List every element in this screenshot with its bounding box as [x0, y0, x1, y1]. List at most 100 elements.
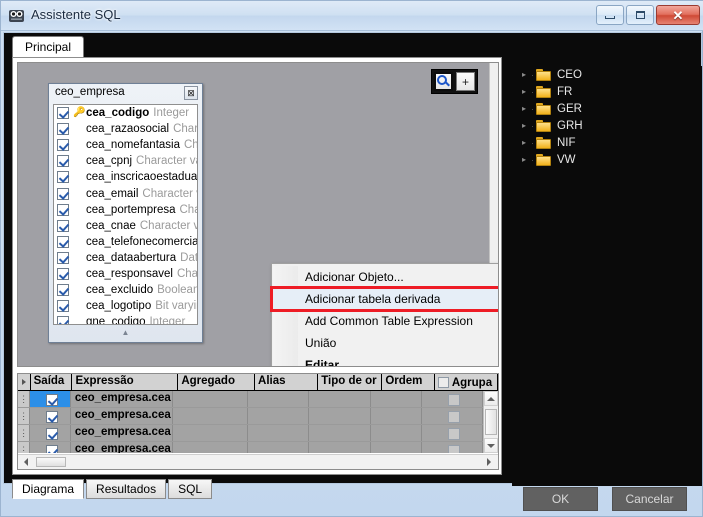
cell-alias[interactable]: [248, 425, 309, 441]
context-menu-item[interactable]: Adicionar tabela derivada: [270, 286, 498, 312]
field-checkbox[interactable]: [57, 316, 69, 324]
table-field-row[interactable]: cea_nomefantasiaChar: [54, 137, 197, 153]
grid-column-header[interactable]: Alias: [255, 374, 319, 390]
group-all-checkbox[interactable]: [437, 377, 449, 388]
cell-alias[interactable]: [248, 408, 309, 424]
table-field-row[interactable]: cea_inscricaoestadual(: [54, 169, 197, 185]
cell-expressao[interactable]: ceo_empresa.cea: [71, 442, 174, 453]
cell-expressao[interactable]: ceo_empresa.cea: [71, 391, 174, 407]
grid-column-header[interactable]: Ordem: [382, 374, 435, 390]
table-node-close-icon[interactable]: ⊠: [184, 86, 198, 100]
expand-arrow-icon[interactable]: ▸: [522, 87, 531, 96]
field-checkbox[interactable]: [57, 107, 69, 120]
maximize-button[interactable]: [626, 5, 654, 25]
table-field-row[interactable]: cea_razaosocialCharact: [54, 121, 197, 137]
agrupar-checkbox[interactable]: [447, 393, 460, 406]
cell-ordem[interactable]: [371, 391, 422, 407]
table-field-row[interactable]: cea_telefonecomercial: [54, 234, 197, 250]
saida-checkbox[interactable]: [46, 427, 59, 440]
agrupar-checkbox[interactable]: [447, 410, 460, 423]
cancel-button[interactable]: Cancelar: [612, 487, 687, 511]
table-row[interactable]: ⋮ ceo_empresa.cea: [18, 391, 483, 408]
cell-saida[interactable]: [30, 391, 71, 407]
grid-column-header[interactable]: Tipo de or: [318, 374, 383, 390]
cell-agregado[interactable]: [173, 442, 248, 453]
close-button[interactable]: ✕: [656, 5, 700, 25]
tree-node[interactable]: ▸ · NIF: [512, 134, 702, 151]
cell-agrupar[interactable]: [422, 442, 483, 453]
context-menu-item[interactable]: União: [272, 332, 498, 354]
grid-horizontal-scrollbar[interactable]: [18, 454, 498, 469]
cell-saida[interactable]: [30, 425, 71, 441]
cell-saida[interactable]: [30, 442, 71, 453]
context-menu-item[interactable]: Add Common Table Expression: [272, 310, 498, 332]
field-checkbox[interactable]: [57, 139, 69, 152]
field-checkbox[interactable]: [57, 300, 69, 313]
table-field-list[interactable]: 🔑cea_codigoIntegercea_razaosocialCharact…: [53, 104, 198, 325]
table-row[interactable]: ⋮ ceo_empresa.cea: [18, 425, 483, 442]
table-field-row[interactable]: cea_logotipoBit varying: [54, 298, 197, 314]
tab-principal[interactable]: Principal: [12, 36, 85, 58]
cell-tipo[interactable]: [309, 408, 371, 424]
field-checkbox[interactable]: [57, 187, 69, 200]
expand-arrow-icon[interactable]: ▸: [522, 155, 531, 164]
tree-node[interactable]: ▸ · FR: [512, 83, 702, 100]
cell-alias[interactable]: [248, 391, 309, 407]
field-checkbox[interactable]: [57, 251, 69, 264]
grid-column-header[interactable]: Saída: [31, 374, 73, 390]
context-menu-item[interactable]: Adicionar Objeto...: [272, 266, 498, 288]
table-node-ceo-empresa[interactable]: ceo_empresa ⊠ 🔑 cea_codigo Integer cea_raza…: [48, 83, 203, 343]
table-field-row[interactable]: cea_responsavelChara: [54, 266, 197, 282]
cell-tipo[interactable]: [309, 442, 371, 453]
ok-button[interactable]: OK: [523, 487, 598, 511]
row-handle[interactable]: ⋮: [18, 425, 31, 441]
tree-node[interactable]: ▸ · VW: [512, 151, 702, 168]
saida-checkbox[interactable]: [46, 410, 59, 423]
tree-node[interactable]: ▸ · GRH: [512, 117, 702, 134]
cell-alias[interactable]: [248, 442, 309, 453]
grid-scroll-left-button[interactable]: [18, 458, 33, 466]
context-menu-item[interactable]: Editar...: [272, 354, 498, 366]
expand-arrow-icon[interactable]: ▸: [522, 104, 531, 113]
cell-ordem[interactable]: [371, 425, 422, 441]
tree-node[interactable]: ▸ · CEO: [512, 66, 702, 83]
cell-agrupar[interactable]: [422, 425, 483, 441]
agrupar-checkbox[interactable]: [447, 444, 460, 453]
field-checkbox[interactable]: [57, 235, 69, 248]
zoom-search-button[interactable]: [434, 72, 453, 91]
cell-agregado[interactable]: [173, 391, 248, 407]
object-tree-panel[interactable]: ▸ · CEO ▸ · FR ▸ · GER ▸ · GRH ▸ · NIF ▸ · VW: [512, 66, 702, 486]
table-field-row[interactable]: cea_portempresaChara: [54, 202, 197, 218]
table-row[interactable]: ⋮ ceo_empresa.cea: [18, 408, 483, 425]
table-field-row[interactable]: 🔑 cea_codigo Integer: [54, 105, 197, 121]
field-checkbox[interactable]: [57, 219, 69, 232]
field-checkbox[interactable]: [57, 284, 69, 297]
cell-agrupar[interactable]: [422, 408, 483, 424]
cell-ordem[interactable]: [371, 408, 422, 424]
zoom-in-button[interactable]: +: [456, 72, 475, 91]
diagram-canvas[interactable]: + ceo_empresa ⊠ 🔑 cea_codigo Integer cea_ra…: [17, 62, 499, 367]
cell-expressao[interactable]: ceo_empresa.cea: [71, 408, 174, 424]
field-checkbox[interactable]: [57, 123, 69, 136]
field-checkbox[interactable]: [57, 267, 69, 280]
tree-node[interactable]: ▸ · GER: [512, 100, 702, 117]
agrupar-checkbox[interactable]: [447, 427, 460, 440]
table-field-row[interactable]: cea_excluido Boolean: [54, 282, 197, 298]
cell-agrupar[interactable]: [422, 391, 483, 407]
cell-agregado[interactable]: [173, 425, 248, 441]
grid-vscroll-thumb[interactable]: [485, 409, 497, 435]
cell-agregado[interactable]: [173, 408, 248, 424]
expand-arrow-icon[interactable]: ▸: [522, 138, 531, 147]
table-row[interactable]: ⋮ ceo_empresa.cea: [18, 442, 483, 453]
cell-tipo[interactable]: [309, 425, 371, 441]
grid-column-header[interactable]: Agrupa: [435, 374, 498, 390]
minimize-button[interactable]: [596, 5, 624, 25]
grid-scroll-down-button[interactable]: [484, 438, 498, 453]
row-handle[interactable]: ⋮: [18, 442, 31, 453]
cell-ordem[interactable]: [371, 442, 422, 453]
table-field-row[interactable]: cea_cpnjCharacter var: [54, 153, 197, 169]
table-scroll-hint[interactable]: ▲: [53, 326, 198, 340]
cell-expressao[interactable]: ceo_empresa.cea: [71, 425, 174, 441]
field-checkbox[interactable]: [57, 203, 69, 216]
grid-scroll-right-button[interactable]: [481, 458, 496, 466]
